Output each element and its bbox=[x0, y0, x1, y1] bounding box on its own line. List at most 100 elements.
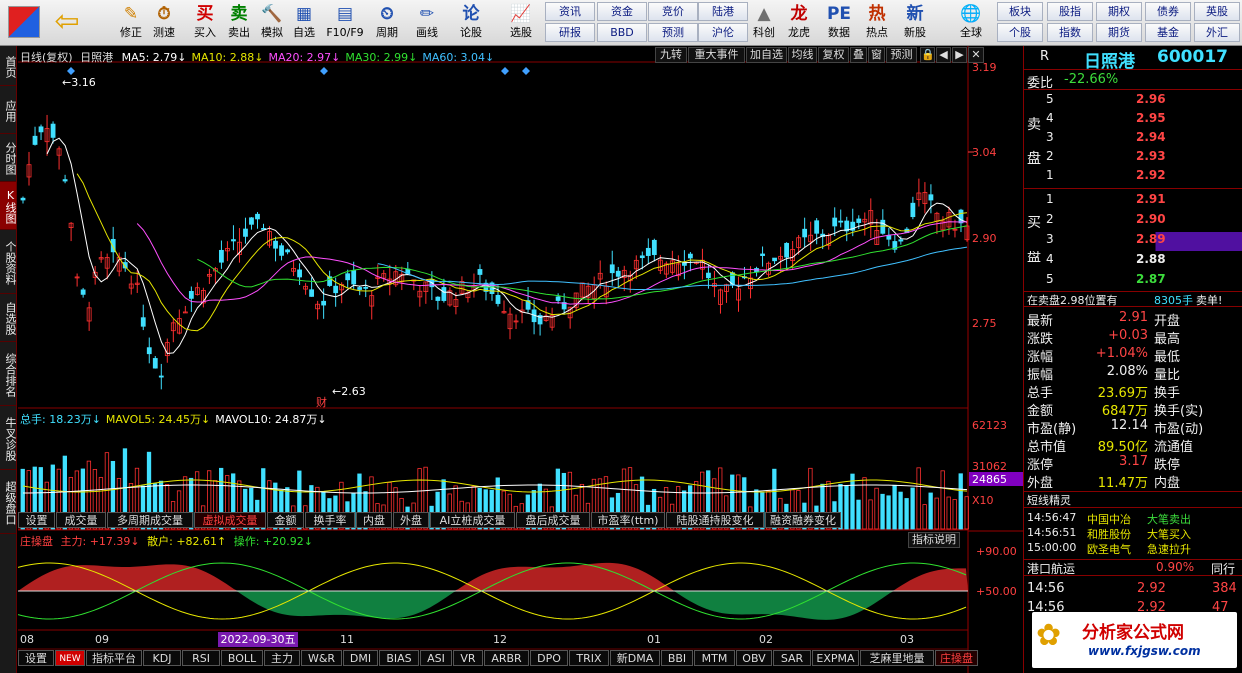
indicator-tab-5[interactable]: BOLL bbox=[221, 650, 263, 666]
toolbar-link-4[interactable]: 研报 bbox=[545, 23, 595, 42]
indicator-tab-14[interactable]: TRIX bbox=[569, 650, 609, 666]
toolbar-button-11[interactable]: ▲ 科创 bbox=[745, 2, 783, 44]
kline-chart[interactable]: 3.193.042.902.75621233106224865X10+90.00… bbox=[18, 46, 1023, 673]
toolbar-link-14[interactable]: 指数 bbox=[1047, 23, 1093, 42]
chart-button-0[interactable]: 九转 bbox=[655, 47, 687, 63]
toolbar-button-8[interactable]: ✏ 画线 bbox=[408, 2, 446, 44]
toolbar-button-2[interactable]: 买买入 bbox=[186, 2, 224, 44]
sector-name[interactable]: 港口航运 bbox=[1027, 560, 1075, 577]
buy-level-2: 3 2.89 bbox=[1024, 232, 1242, 251]
indicator-tab-12[interactable]: ARBR bbox=[484, 650, 529, 666]
volume-tab-3[interactable]: 虚拟成交量 bbox=[194, 512, 266, 528]
volume-tab-6[interactable]: 内盘 bbox=[356, 512, 392, 528]
toolbar-button-15[interactable]: 新新股 bbox=[896, 2, 934, 44]
toolbar-button-1[interactable]: ⏱ 测速 bbox=[145, 2, 183, 44]
volume-tab-8[interactable]: AI立桩成交量 bbox=[430, 512, 515, 528]
toolbar-link-8[interactable]: 板块 bbox=[997, 2, 1043, 21]
indicator-tab-10[interactable]: ASI bbox=[420, 650, 452, 666]
indicator-tab-9[interactable]: BIAS bbox=[379, 650, 419, 666]
toolbar-link-9[interactable]: 股指 bbox=[1047, 2, 1093, 21]
indicator-tab-19[interactable]: SAR bbox=[773, 650, 811, 666]
chart-button-3[interactable]: 均线 bbox=[788, 47, 817, 63]
chart-button-5[interactable]: 叠 bbox=[850, 47, 867, 63]
toolbar-link-0[interactable]: 资讯 bbox=[545, 2, 595, 21]
event-stock[interactable]: 中国中冶 bbox=[1087, 511, 1131, 527]
volume-tab-11[interactable]: 陆股通持股变化 bbox=[666, 512, 764, 528]
toolbar-link-3[interactable]: 陆港 bbox=[698, 2, 748, 21]
toolbar-link-2[interactable]: 竞价 bbox=[648, 2, 698, 21]
volume-tab-0[interactable]: 设置 bbox=[18, 512, 55, 528]
toolbar-link-16[interactable]: 基金 bbox=[1145, 23, 1191, 42]
toolbar-button-5[interactable]: ▦ 自选 bbox=[285, 2, 323, 44]
indicator-tab-16[interactable]: BBI bbox=[661, 650, 693, 666]
chart-button-7[interactable]: 预测 bbox=[886, 47, 917, 63]
event-stock[interactable]: 和胜股份 bbox=[1087, 526, 1131, 542]
indicator-tab-8[interactable]: DMI bbox=[343, 650, 378, 666]
toolbar-link-15[interactable]: 期货 bbox=[1096, 23, 1142, 42]
toolbar-button-13[interactable]: PE 数据 bbox=[820, 2, 858, 44]
left-nav-item-2[interactable]: 分时图 bbox=[0, 134, 17, 182]
left-nav-item-8[interactable]: 超级盘口 bbox=[0, 470, 17, 534]
toolbar-link-5[interactable]: BBD bbox=[597, 23, 647, 42]
indicator-tab-3[interactable]: KDJ bbox=[143, 650, 181, 666]
sector-peer[interactable]: 同行 bbox=[1211, 560, 1235, 577]
indicator-tab-7[interactable]: W&R bbox=[301, 650, 342, 666]
toolbar-button-14[interactable]: 热热点 bbox=[858, 2, 896, 44]
indicator-tab-15[interactable]: 新DMA bbox=[610, 650, 660, 666]
toolbar-button-9[interactable]: 论论股 bbox=[452, 2, 490, 44]
indicator-tab-20[interactable]: EXPMA bbox=[812, 650, 859, 666]
volume-tab-12[interactable]: 融资融券变化 bbox=[765, 512, 841, 528]
toolbar-button-12[interactable]: 龙龙虎 bbox=[780, 2, 818, 44]
indicator-tab-0[interactable]: 设置 bbox=[18, 650, 54, 666]
indicator-tab-13[interactable]: DPO bbox=[530, 650, 568, 666]
indicator-tab-4[interactable]: RSI bbox=[182, 650, 220, 666]
toolbar-link-10[interactable]: 期权 bbox=[1096, 2, 1142, 21]
chart-button-8[interactable]: 🔒 bbox=[920, 47, 935, 63]
chart-button-6[interactable]: 窗 bbox=[868, 47, 885, 63]
home-logo-icon[interactable] bbox=[8, 6, 40, 38]
toolbar-link-12[interactable]: 英股 bbox=[1194, 2, 1240, 21]
toolbar-link-7[interactable]: 沪伦 bbox=[698, 23, 748, 42]
volume-tab-10[interactable]: 市盈率(ttm) bbox=[591, 512, 665, 528]
left-nav-item-4[interactable]: 个股资料 bbox=[0, 230, 17, 294]
toolbar-link-11[interactable]: 债券 bbox=[1145, 2, 1191, 21]
chart-button-1[interactable]: 重大事件 bbox=[688, 47, 745, 63]
chart-button-11[interactable]: ✕ bbox=[968, 47, 984, 63]
indicator-tab-1[interactable]: NEW bbox=[55, 650, 85, 666]
toolbar-link-17[interactable]: 外汇 bbox=[1194, 23, 1240, 42]
chart-button-9[interactable]: ◀ bbox=[936, 47, 951, 63]
volume-tab-9[interactable]: 盘后成交量 bbox=[516, 512, 590, 528]
indicator-help-button[interactable]: 指标说明 bbox=[908, 532, 960, 548]
chart-button-10[interactable]: ▶ bbox=[952, 47, 967, 63]
indicator-tab-22[interactable]: 庄操盘 bbox=[935, 650, 978, 666]
left-nav-item-6[interactable]: 综合排名 bbox=[0, 342, 17, 406]
chart-button-4[interactable]: 复权 bbox=[818, 47, 849, 63]
toolbar-button-16[interactable]: 🌐 全球 bbox=[952, 2, 990, 44]
left-nav-item-7[interactable]: 牛叉诊股 bbox=[0, 406, 17, 470]
indicator-tab-11[interactable]: VR bbox=[453, 650, 483, 666]
volume-tab-4[interactable]: 金额 bbox=[267, 512, 304, 528]
volume-tab-5[interactable]: 换手率 bbox=[305, 512, 355, 528]
left-nav-item-5[interactable]: 自选股 bbox=[0, 294, 17, 342]
left-nav-item-0[interactable]: 首页 bbox=[0, 46, 17, 86]
toolbar-button-10[interactable]: 📈 选股 bbox=[502, 2, 540, 44]
left-nav-item-1[interactable]: 应用 bbox=[0, 86, 17, 134]
indicator-tab-6[interactable]: 主力 bbox=[264, 650, 300, 666]
buy-level-3: 4 2.88 bbox=[1024, 252, 1242, 271]
chart-button-2[interactable]: 加自选 bbox=[746, 47, 787, 63]
indicator-tab-18[interactable]: OBV bbox=[736, 650, 772, 666]
left-nav-item-3[interactable]: K线图 bbox=[0, 182, 17, 230]
toolbar-link-13[interactable]: 个股 bbox=[997, 23, 1043, 42]
volume-tab-7[interactable]: 外盘 bbox=[393, 512, 429, 528]
indicator-tab-17[interactable]: MTM bbox=[694, 650, 735, 666]
event-stock[interactable]: 欧圣电气 bbox=[1087, 541, 1131, 557]
volume-tab-2[interactable]: 多周期成交量 bbox=[107, 512, 193, 528]
toolbar-button-6[interactable]: ▤ F10/F9 bbox=[326, 2, 364, 44]
toolbar-link-6[interactable]: 预测 bbox=[648, 23, 698, 42]
back-arrow-icon[interactable]: ⇦ bbox=[50, 2, 84, 44]
toolbar-link-1[interactable]: 资金 bbox=[597, 2, 647, 21]
indicator-tab-2[interactable]: 指标平台 bbox=[86, 650, 142, 666]
toolbar-button-7[interactable]: ⏲ 周期 bbox=[368, 2, 406, 44]
volume-tab-1[interactable]: 成交量 bbox=[56, 512, 106, 528]
indicator-tab-21[interactable]: 芝麻里地量 bbox=[860, 650, 934, 666]
